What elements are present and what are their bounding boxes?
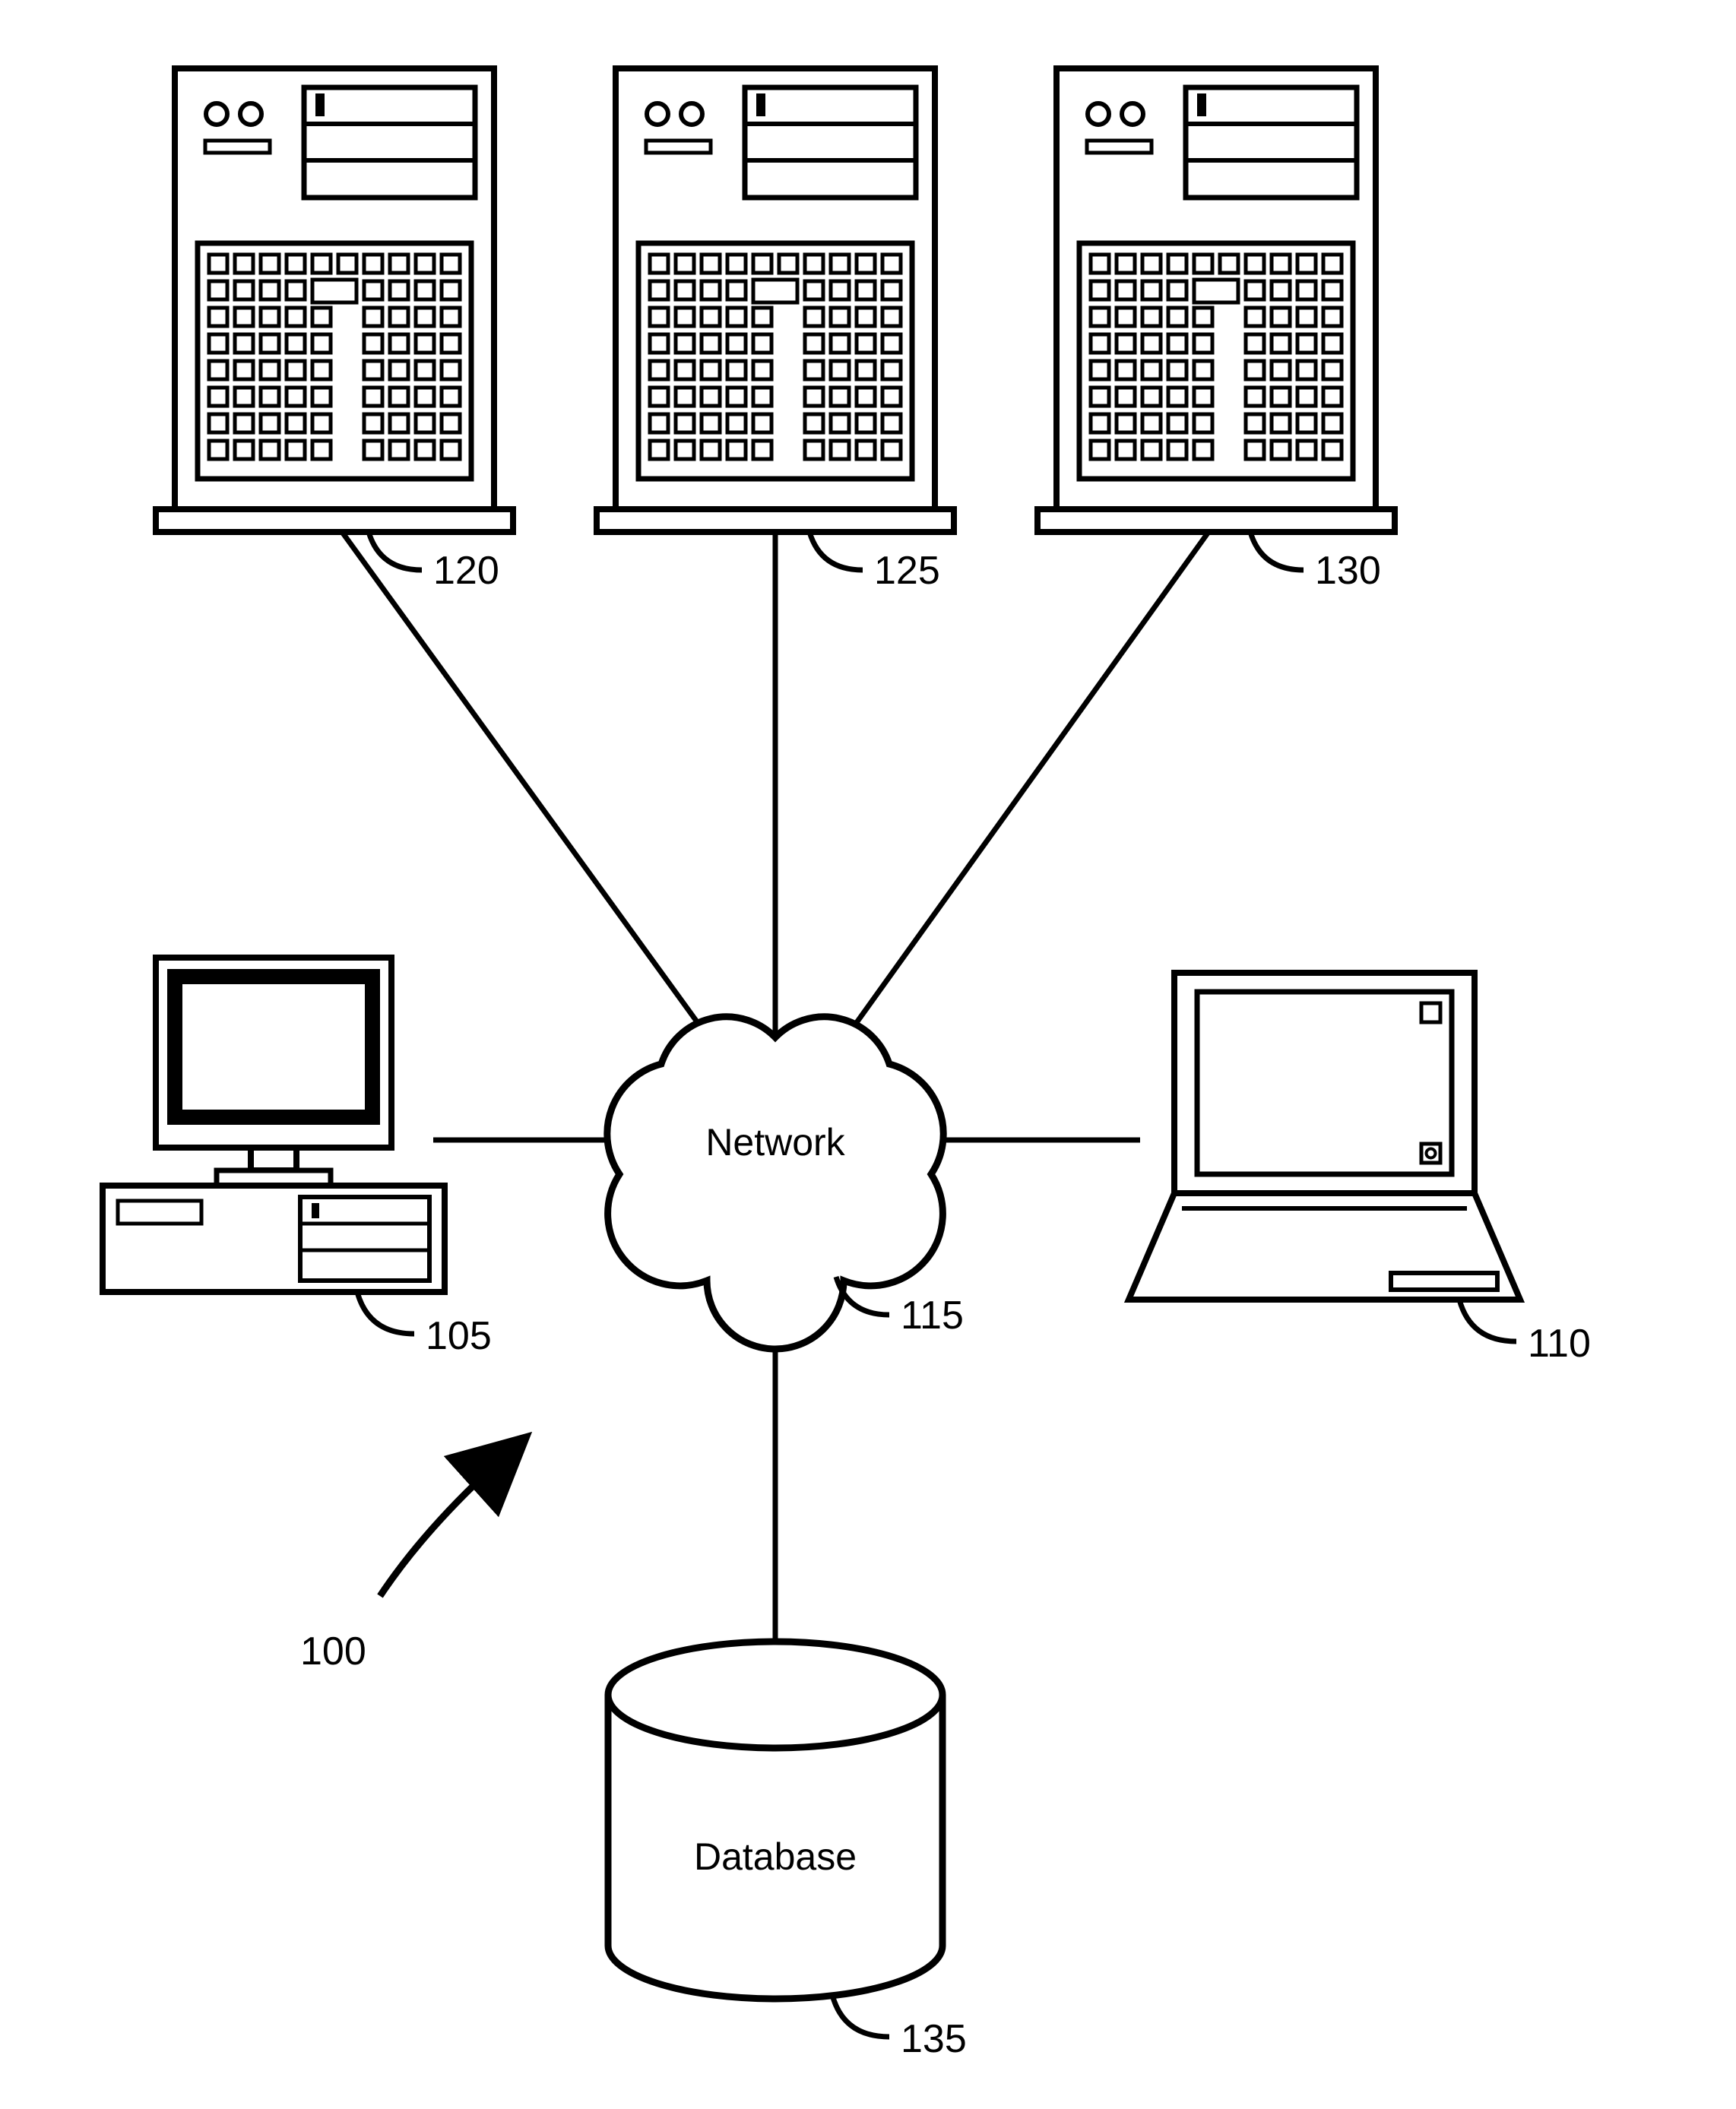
system-ref-arrow [380, 1459, 502, 1596]
database-ref: 135 [901, 2017, 967, 2061]
database-icon: Database [608, 1642, 942, 1999]
desktop-icon [103, 958, 445, 1292]
network-label: Network [705, 1121, 845, 1164]
server-3-ref: 130 [1315, 549, 1381, 593]
network-ref: 115 [901, 1294, 964, 1338]
laptop-ref: 110 [1528, 1322, 1591, 1366]
server-1-icon [156, 68, 513, 532]
system-ref: 100 [300, 1629, 366, 1674]
network-cloud-icon: Network [607, 1017, 943, 1349]
server-2-icon [597, 68, 954, 532]
network-diagram: 120 125 130 Network 115 105 [0, 0, 1736, 2109]
laptop-icon [1129, 973, 1520, 1300]
database-label: Database [694, 1835, 857, 1878]
server-3-icon [1037, 68, 1395, 532]
server-1-ref: 120 [433, 549, 499, 593]
server-2-ref: 125 [874, 549, 940, 593]
desktop-ref: 105 [426, 1314, 492, 1358]
